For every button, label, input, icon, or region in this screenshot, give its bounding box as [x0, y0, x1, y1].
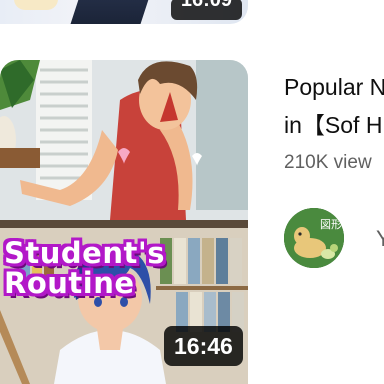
view-count: 210K view — [284, 152, 372, 173]
duration-badge: 16:09 — [170, 0, 242, 20]
previous-video-item[interactable]: 16:09 — [0, 0, 384, 30]
video-title-line: Popular N — [284, 74, 384, 100]
duration-text: 16:46 — [174, 333, 233, 359]
thumbnail-title-overlay: Student's Routine — [4, 238, 165, 298]
thumbnail-title-line: Routine — [4, 266, 135, 300]
channel-name[interactable]: Y — [376, 226, 384, 252]
thumbnail-art — [70, 0, 156, 24]
video-details[interactable]: Popular N in【Sof H 210K view 図形 Y — [284, 60, 384, 384]
video-title[interactable]: Popular N in【Sof H — [284, 68, 384, 144]
channel-avatar[interactable]: 図形 — [284, 208, 344, 268]
duration-text: 16:09 — [180, 0, 232, 11]
duration-badge: 16:46 — [164, 326, 243, 366]
svg-text:図形: 図形 — [320, 218, 342, 231]
thumbnail-art — [14, 0, 58, 10]
previous-video-thumbnail[interactable]: 16:09 — [0, 0, 248, 24]
avatar-icon: 図形 — [284, 208, 344, 268]
thumbnail-title-line: Student's — [4, 236, 165, 270]
video-title-line: in【Sof H — [284, 112, 383, 138]
